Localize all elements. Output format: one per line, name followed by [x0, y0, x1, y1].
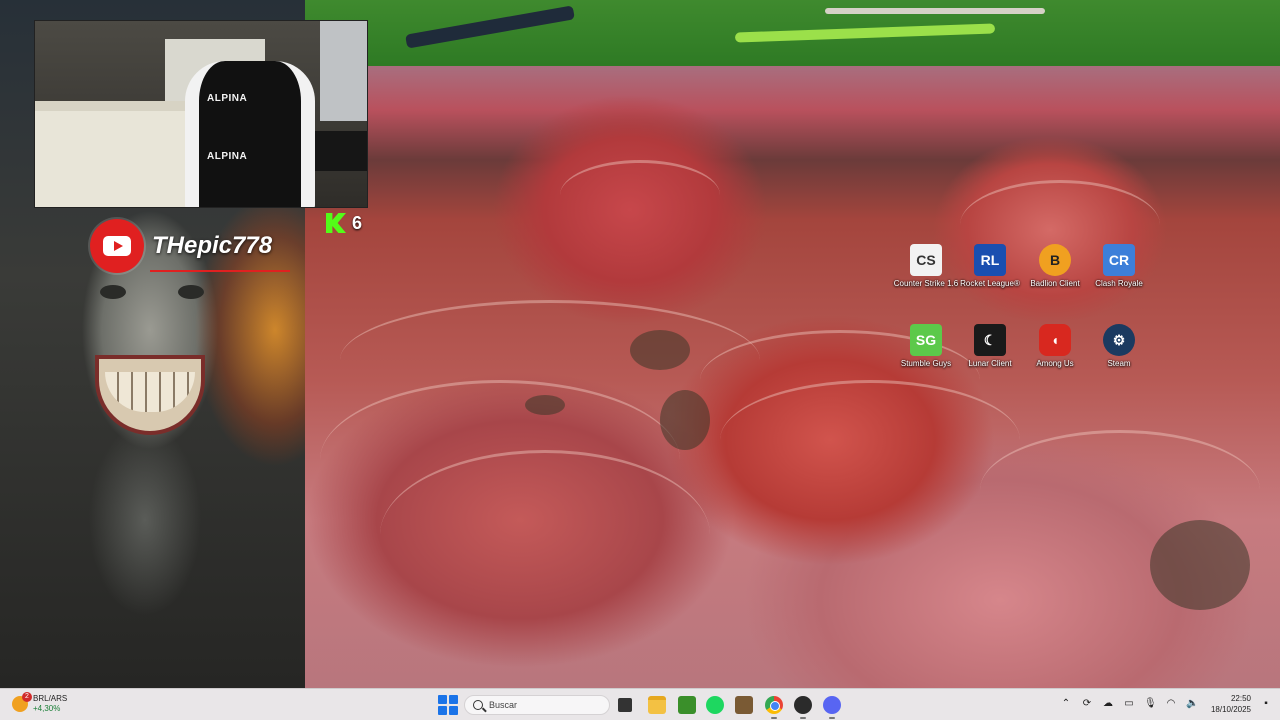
- desktop-icon-label: Badlion Client: [1030, 279, 1080, 288]
- minecraft-dirt-icon[interactable]: [735, 696, 753, 714]
- chrome-icon[interactable]: [765, 696, 783, 714]
- desktop-icon-label: Steam: [1107, 359, 1131, 368]
- gaming-chair: [185, 61, 315, 207]
- clash-royale-icon: CR: [1103, 244, 1135, 276]
- desktop-icon-stumble-guys[interactable]: SG Stumble Guys: [891, 324, 961, 384]
- currency-change: +4,30%: [33, 704, 61, 713]
- taskbar: 2 BRL/ARS +4,30% Buscar ⌃ ⟳ ☁ ▭ 🎙 ◠ 🔈 22…: [0, 688, 1280, 720]
- onedrive-icon[interactable]: ▭: [1123, 698, 1135, 710]
- soccer-video-banner: [305, 0, 1280, 66]
- search-icon: [473, 700, 483, 710]
- among-us-icon: ◖: [1039, 324, 1071, 356]
- kick-viewer-counter: 6: [326, 212, 362, 234]
- search-placeholder: Buscar: [489, 700, 518, 710]
- stumble-guys-icon: SG: [910, 324, 942, 356]
- field-line: [825, 8, 1045, 14]
- desktop-icon-label: Clash Royale: [1095, 279, 1143, 288]
- kick-icon: [326, 213, 346, 233]
- desktop-icon-label: Rocket League®: [960, 279, 1020, 288]
- shrub: [660, 390, 710, 450]
- discord-icon[interactable]: [823, 696, 841, 714]
- sync-icon[interactable]: ⟳: [1081, 698, 1093, 710]
- desktop-icon-label: Stumble Guys: [900, 359, 952, 368]
- channel-name: THepic778: [152, 232, 273, 259]
- notification-bell-icon[interactable]: ▪: [1260, 698, 1272, 710]
- counter-strike-icon: CS: [910, 244, 942, 276]
- active-app-indicator: [829, 717, 835, 719]
- clock-date: 18/10/2025: [1210, 705, 1251, 714]
- webcam-feed: ALPINA ALPINA: [34, 20, 368, 208]
- volume-icon[interactable]: 🔈: [1186, 698, 1198, 710]
- windows-logo-pane: [449, 706, 458, 715]
- rocket-league-icon: RL: [974, 244, 1006, 276]
- currency-widget-icon: 2: [12, 692, 32, 712]
- clock[interactable]: 22:50 18/10/2025: [1211, 693, 1251, 715]
- system-tray: ⌃ ⟳ ☁ ▭ 🎙 ◠ 🔈 22:50 18/10/2025 ▪: [1060, 693, 1272, 715]
- active-app-indicator: [771, 717, 777, 719]
- start-button[interactable]: [438, 695, 458, 715]
- joker-eye: [178, 285, 204, 299]
- channel-underline: [150, 270, 290, 272]
- desktop-icon-rocket-league[interactable]: RL Rocket League®: [955, 244, 1025, 304]
- lunar-client-icon: ☾: [974, 324, 1006, 356]
- spotify-icon[interactable]: [706, 696, 724, 714]
- obs-icon[interactable]: [794, 696, 812, 714]
- windows-logo-pane: [449, 695, 458, 704]
- kick-viewer-count: 6: [352, 212, 363, 233]
- rock-stripe: [560, 160, 720, 230]
- chair-brand-seat: ALPINA: [207, 151, 248, 162]
- desktop-icon-label: Lunar Client: [968, 359, 1012, 368]
- desktop-icon-label: Among Us: [1036, 359, 1074, 368]
- chevron-up-icon[interactable]: ⌃: [1060, 698, 1072, 710]
- rock-stripe: [380, 450, 710, 620]
- steam-icon: ⚙: [1103, 324, 1135, 356]
- microphone-icon[interactable]: 🎙: [1144, 698, 1157, 710]
- shrub: [525, 395, 565, 415]
- youtube-icon: [90, 219, 144, 273]
- windows-logo-pane: [438, 695, 447, 704]
- chair-brand-top: ALPINA: [207, 93, 248, 104]
- desktop-icon-badlion-client[interactable]: B Badlion Client: [1020, 244, 1090, 304]
- currency-widget-text: BRL/ARS +4,30%: [33, 694, 67, 714]
- joker-eye: [100, 285, 126, 299]
- windows-logo-pane: [438, 706, 447, 715]
- channel-badge: THepic778: [90, 219, 300, 273]
- desktop-icon-counter-strike[interactable]: CS Counter Strike 1.6: [891, 244, 961, 304]
- shrub: [1150, 520, 1250, 610]
- player-figure: [405, 5, 575, 49]
- currency-widget[interactable]: 2 BRL/ARS +4,30%: [12, 692, 67, 714]
- currency-pair: BRL/ARS: [33, 694, 68, 703]
- wifi-icon[interactable]: ◠: [1165, 698, 1177, 710]
- shrub: [630, 330, 690, 370]
- cloud-icon[interactable]: ☁: [1102, 698, 1114, 710]
- active-app-indicator: [800, 717, 806, 719]
- desktop-icon-among-us[interactable]: ◖ Among Us: [1020, 324, 1090, 384]
- file-explorer-icon[interactable]: [648, 696, 666, 714]
- rock-stripe: [720, 380, 1020, 500]
- desktop-icon-label: Counter Strike 1.6: [893, 279, 959, 288]
- minecraft-icon[interactable]: [678, 696, 696, 714]
- desktop-icon-clash-royale[interactable]: CR Clash Royale: [1084, 244, 1154, 304]
- clock-time: 22:50: [1230, 694, 1251, 703]
- notification-badge: 2: [22, 692, 32, 702]
- desktop-icon-lunar-client[interactable]: ☾ Lunar Client: [955, 324, 1025, 384]
- task-view-icon[interactable]: [618, 698, 632, 712]
- window: [320, 21, 367, 121]
- goalkeeper-figure: [734, 23, 996, 43]
- desktop-icon-steam[interactable]: ⚙ Steam: [1084, 324, 1154, 384]
- badlion-client-icon: B: [1039, 244, 1071, 276]
- taskbar-search[interactable]: Buscar: [464, 695, 610, 715]
